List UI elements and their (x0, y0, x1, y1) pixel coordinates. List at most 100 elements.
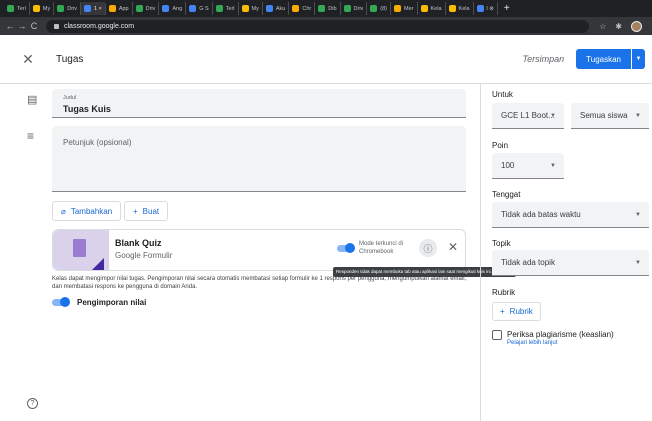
help-icon[interactable]: ? (27, 398, 38, 409)
browser-tab[interactable]: Driv (133, 2, 160, 15)
attachment-card[interactable]: Blank Quiz Google Formulir Mode terkunci… (52, 229, 466, 271)
tab-favicon-icon (265, 5, 273, 12)
forms-icon (73, 239, 86, 257)
forms-thumbnail (53, 230, 109, 270)
tab-favicon-icon (318, 5, 326, 12)
create-button[interactable]: + Buat (124, 201, 169, 221)
grade-import-toggle[interactable] (52, 297, 70, 307)
assignment-icon: ▤ (27, 94, 38, 106)
attachment-subtitle: Google Formulir (115, 251, 173, 260)
browser-tab[interactable]: My (239, 2, 263, 15)
instructions-placeholder: Petunjuk (opsional) (63, 138, 132, 147)
title-label: Judul (63, 95, 77, 101)
points-value: 100 (501, 161, 515, 170)
browser-tab[interactable]: 1 × (81, 2, 106, 15)
learn-more-link[interactable]: Pelajari lebih lanjut (507, 340, 557, 346)
instructions-field[interactable]: Petunjuk (opsional) (52, 126, 466, 192)
attach-icon: ⌀ (61, 206, 66, 216)
remove-attachment-icon[interactable]: ✕ (448, 240, 458, 254)
reload-icon[interactable]: C (28, 21, 40, 31)
forms-corner-icon (92, 258, 104, 270)
tab-favicon-icon (135, 5, 143, 12)
assignment-form: ▤ Judul Tugas Kuis ≡ Petunjuk (opsional)… (0, 84, 480, 421)
tab-favicon-icon (32, 5, 40, 12)
tab-label: Terl (225, 5, 235, 12)
assign-dropdown-button[interactable]: ▼ (631, 49, 645, 69)
new-tab-icon[interactable]: + (504, 3, 510, 14)
rubric-label: Rubrik (492, 288, 516, 297)
browser-tab[interactable]: Driv (341, 2, 368, 15)
forward-icon[interactable]: → (16, 21, 28, 31)
tab-label: Aku (275, 5, 286, 12)
browser-tab[interactable]: Kela (418, 2, 446, 15)
tab-favicon-icon (215, 5, 223, 12)
title-value: Tugas Kuis (63, 104, 111, 114)
plagiarism-checkbox[interactable] (492, 330, 502, 340)
plus-icon: + (133, 206, 138, 216)
browser-tab[interactable]: Dib (315, 2, 341, 15)
browser-tab[interactable]: Ang (159, 2, 187, 15)
app-header: ✕ Tugas Tersimpan Tugaskan ▼ (0, 35, 652, 84)
tab-favicon-icon (162, 5, 170, 12)
tab-favicon-icon (394, 5, 402, 12)
tab-favicon-icon (420, 5, 428, 12)
lock-icon (54, 23, 59, 29)
browser-tab[interactable]: l ⊗ (474, 2, 498, 15)
browser-tab[interactable]: App (106, 2, 133, 15)
chevron-down-icon: ▼ (635, 112, 641, 119)
star-icon[interactable]: ☆ (599, 22, 606, 31)
extensions-icon[interactable]: ✱ (615, 22, 622, 31)
browser-tab[interactable]: Kela (446, 2, 474, 15)
tab-label: My (251, 5, 259, 12)
points-select[interactable]: 100 ▼ (492, 153, 564, 179)
plus-icon: + (500, 307, 505, 316)
tab-label: l ⊗ (486, 5, 494, 12)
tab-label: Kela (430, 5, 442, 12)
due-select[interactable]: Tidak ada batas waktu ▼ (492, 202, 649, 228)
browser-tab[interactable]: My (30, 2, 55, 15)
url-text: classroom.google.com (64, 22, 135, 30)
browser-tab[interactable]: Aku (263, 2, 290, 15)
attachment-title: Blank Quiz (115, 238, 162, 248)
title-field[interactable]: Judul Tugas Kuis (52, 89, 466, 118)
topic-value: Tidak ada topik (501, 258, 555, 267)
for-label: Untuk (492, 90, 513, 99)
info-icon[interactable]: ⓘ (419, 239, 437, 257)
profile-avatar[interactable] (631, 20, 642, 32)
tab-label: Kela (458, 5, 470, 12)
close-icon[interactable]: ✕ (0, 51, 56, 68)
add-button-label: Tambahkan (70, 206, 113, 216)
topic-label: Topik (492, 239, 511, 248)
tab-label: Mer (404, 5, 414, 12)
settings-sidebar: Untuk GCE L1 Boot... ▼ Semua siswa ▼ Poi… (480, 84, 652, 421)
tab-favicon-icon (241, 5, 249, 12)
back-icon[interactable]: ← (4, 21, 16, 31)
browser-tab[interactable]: G S (186, 2, 213, 15)
class-value: GCE L1 Boot... (501, 111, 555, 120)
saved-status: Tersimpan (522, 54, 565, 64)
browser-tab[interactable]: Driv (54, 2, 81, 15)
lock-mode-label: Mode terkunci di Chromebook (359, 240, 403, 256)
tab-favicon-icon (57, 5, 65, 12)
grade-import-label: Pengimporan nilai (77, 298, 147, 307)
plagiarism-label: Periksa plagiarisme (keaslian) (507, 330, 614, 339)
assign-button[interactable]: Tugaskan (576, 49, 631, 69)
add-button[interactable]: ⌀ Tambahkan (52, 201, 122, 221)
lock-mode-toggle[interactable] (337, 243, 355, 253)
students-select[interactable]: Semua siswa ▼ (571, 103, 649, 129)
browser-tab[interactable]: (8) (367, 2, 392, 15)
browser-tab[interactable]: Mer (391, 2, 418, 15)
tab-label: 1 × (94, 5, 102, 12)
tab-label: Dib (328, 5, 337, 12)
tab-favicon-icon (84, 5, 91, 12)
tab-favicon-icon (448, 5, 456, 12)
topic-select[interactable]: Tidak ada topik ▼ (492, 250, 649, 276)
browser-tab[interactable]: Chr (289, 2, 316, 15)
lock-mode-line-2: Chromebook (359, 249, 394, 255)
instructions-icon: ≡ (27, 129, 35, 143)
browser-tab[interactable]: Terl (213, 2, 239, 15)
browser-tab[interactable]: Terl (4, 2, 30, 15)
address-bar[interactable]: classroom.google.com (46, 19, 590, 33)
class-select[interactable]: GCE L1 Boot... ▼ (492, 103, 564, 129)
rubric-button[interactable]: + Rubrik (492, 302, 541, 321)
